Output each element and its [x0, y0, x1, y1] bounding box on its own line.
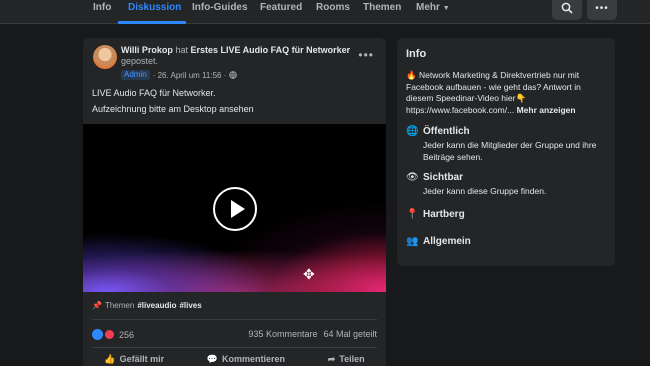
- search-icon: [561, 2, 573, 14]
- location-label[interactable]: Hartberg: [423, 209, 465, 220]
- post-options-icon[interactable]: •••: [358, 48, 374, 62]
- topic-tag[interactable]: #lives: [179, 301, 201, 310]
- people-icon: 👥: [406, 236, 419, 247]
- post-card: Willi Prokop hat Erstes LIVE Audio FAQ f…: [83, 38, 386, 366]
- group-tab-bar: Info Diskussion Info-Guides Featured Roo…: [0, 0, 650, 24]
- like-button[interactable]: 👍 Gefällt mir: [104, 354, 164, 365]
- group-info-card: Info 🔥 Network Marketing & Direktvertrie…: [397, 38, 615, 266]
- post-body-line-1: LIVE Audio FAQ für Networker.: [92, 88, 216, 98]
- comment-label: Kommentieren: [222, 354, 286, 364]
- tab-featured[interactable]: Featured: [260, 2, 302, 13]
- play-button-icon[interactable]: [213, 187, 257, 231]
- post-title-link[interactable]: Erstes LIVE Audio FAQ für Networker: [190, 45, 350, 55]
- divider: [92, 347, 377, 348]
- reaction-count: 256: [119, 329, 135, 340]
- info-title: Info: [406, 48, 427, 60]
- point-down-icon: 👇: [515, 93, 527, 103]
- tab-mehr[interactable]: Mehr ▼: [416, 2, 450, 13]
- share-count[interactable]: 64 Mal geteilt: [323, 329, 377, 339]
- tab-rooms[interactable]: Rooms: [316, 2, 350, 13]
- comment-icon: 💬: [206, 354, 218, 364]
- thumbs-up-icon: 👍: [104, 354, 116, 364]
- visible-title: Sichtbar: [423, 172, 464, 183]
- tab-mehr-label: Mehr: [416, 2, 440, 13]
- globe-icon: [229, 71, 238, 79]
- chevron-down-icon: ▼: [442, 5, 450, 12]
- tab-info[interactable]: Info: [93, 2, 111, 13]
- visibility-visible: 👁 Sichtbar Jeder kann diese Gruppe finde…: [406, 172, 603, 198]
- reaction-summary[interactable]: 256: [92, 329, 134, 340]
- divider: [92, 319, 377, 320]
- post-topics: 📌 Themen #liveaudio #lives: [92, 301, 202, 310]
- share-icon: ➦: [327, 354, 336, 364]
- post-suffix: gepostet.: [121, 56, 159, 66]
- tab-diskussion[interactable]: Diskussion: [128, 2, 181, 13]
- description-url[interactable]: https://www.facebook.com/...: [406, 105, 514, 115]
- love-reaction-icon: [104, 329, 115, 340]
- location-pin-icon: 📍: [406, 209, 419, 220]
- post-author[interactable]: Willi Prokop: [121, 45, 173, 55]
- post-verb: hat: [175, 45, 188, 55]
- more-dots-icon: •••: [595, 2, 609, 14]
- topic-tag[interactable]: #liveaudio: [137, 301, 176, 310]
- move-cursor-icon: ✥: [303, 266, 315, 282]
- description-text: Network Marketing & Direktvertrieb nur m…: [406, 70, 581, 103]
- eye-icon: 👁: [406, 172, 419, 183]
- post-stats: 935 Kommentare 64 Mal geteilt: [248, 329, 377, 339]
- share-button[interactable]: ➦ Teilen: [328, 354, 365, 365]
- post-body-line-2: Aufzeichnung bitte am Desktop ansehen: [92, 104, 254, 114]
- public-desc: Jeder kann die Mitglieder der Gruppe und…: [423, 140, 597, 162]
- video-player[interactable]: ✥: [83, 124, 386, 292]
- location-row: 📍 Hartberg: [406, 209, 465, 220]
- search-button[interactable]: [552, 0, 582, 20]
- post-date[interactable]: · 26. April um 11:56 ·: [153, 71, 227, 80]
- admin-badge: Admin: [121, 70, 150, 80]
- post-actions: 👍 Gefällt mir 💬 Kommentieren ➦ Teilen: [83, 354, 386, 365]
- group-description: 🔥 Network Marketing & Direktvertrieb nur…: [406, 70, 606, 116]
- like-reaction-icon: [92, 329, 103, 340]
- like-label: Gefällt mir: [119, 354, 165, 364]
- pin-icon: 📌: [92, 301, 102, 310]
- fire-icon: 🔥: [406, 70, 417, 80]
- public-title: Öffentlich: [423, 126, 470, 137]
- active-tab-indicator: [118, 21, 186, 24]
- privacy-public: 🌐 Öffentlich Jeder kann die Mitglieder d…: [406, 126, 603, 163]
- visible-desc: Jeder kann diese Gruppe finden.: [423, 186, 547, 196]
- show-more-link[interactable]: Mehr anzeigen: [517, 105, 576, 115]
- comment-button[interactable]: 💬 Kommentieren: [207, 354, 285, 365]
- category-row: 👥 Allgemein: [406, 236, 471, 247]
- more-button[interactable]: •••: [587, 0, 617, 20]
- tab-info-guides[interactable]: Info-Guides: [192, 2, 248, 13]
- comment-count[interactable]: 935 Kommentare: [248, 329, 317, 339]
- tab-themen[interactable]: Themen: [363, 2, 401, 13]
- post-meta: Admin · 26. April um 11:56 ·: [121, 70, 238, 80]
- avatar[interactable]: [93, 45, 117, 69]
- share-label: Teilen: [339, 354, 365, 364]
- globe-icon: 🌐: [406, 126, 419, 137]
- category-label: Allgemein: [423, 236, 471, 247]
- topics-label: Themen: [104, 301, 135, 310]
- post-header: Willi Prokop hat Erstes LIVE Audio FAQ f…: [121, 45, 351, 67]
